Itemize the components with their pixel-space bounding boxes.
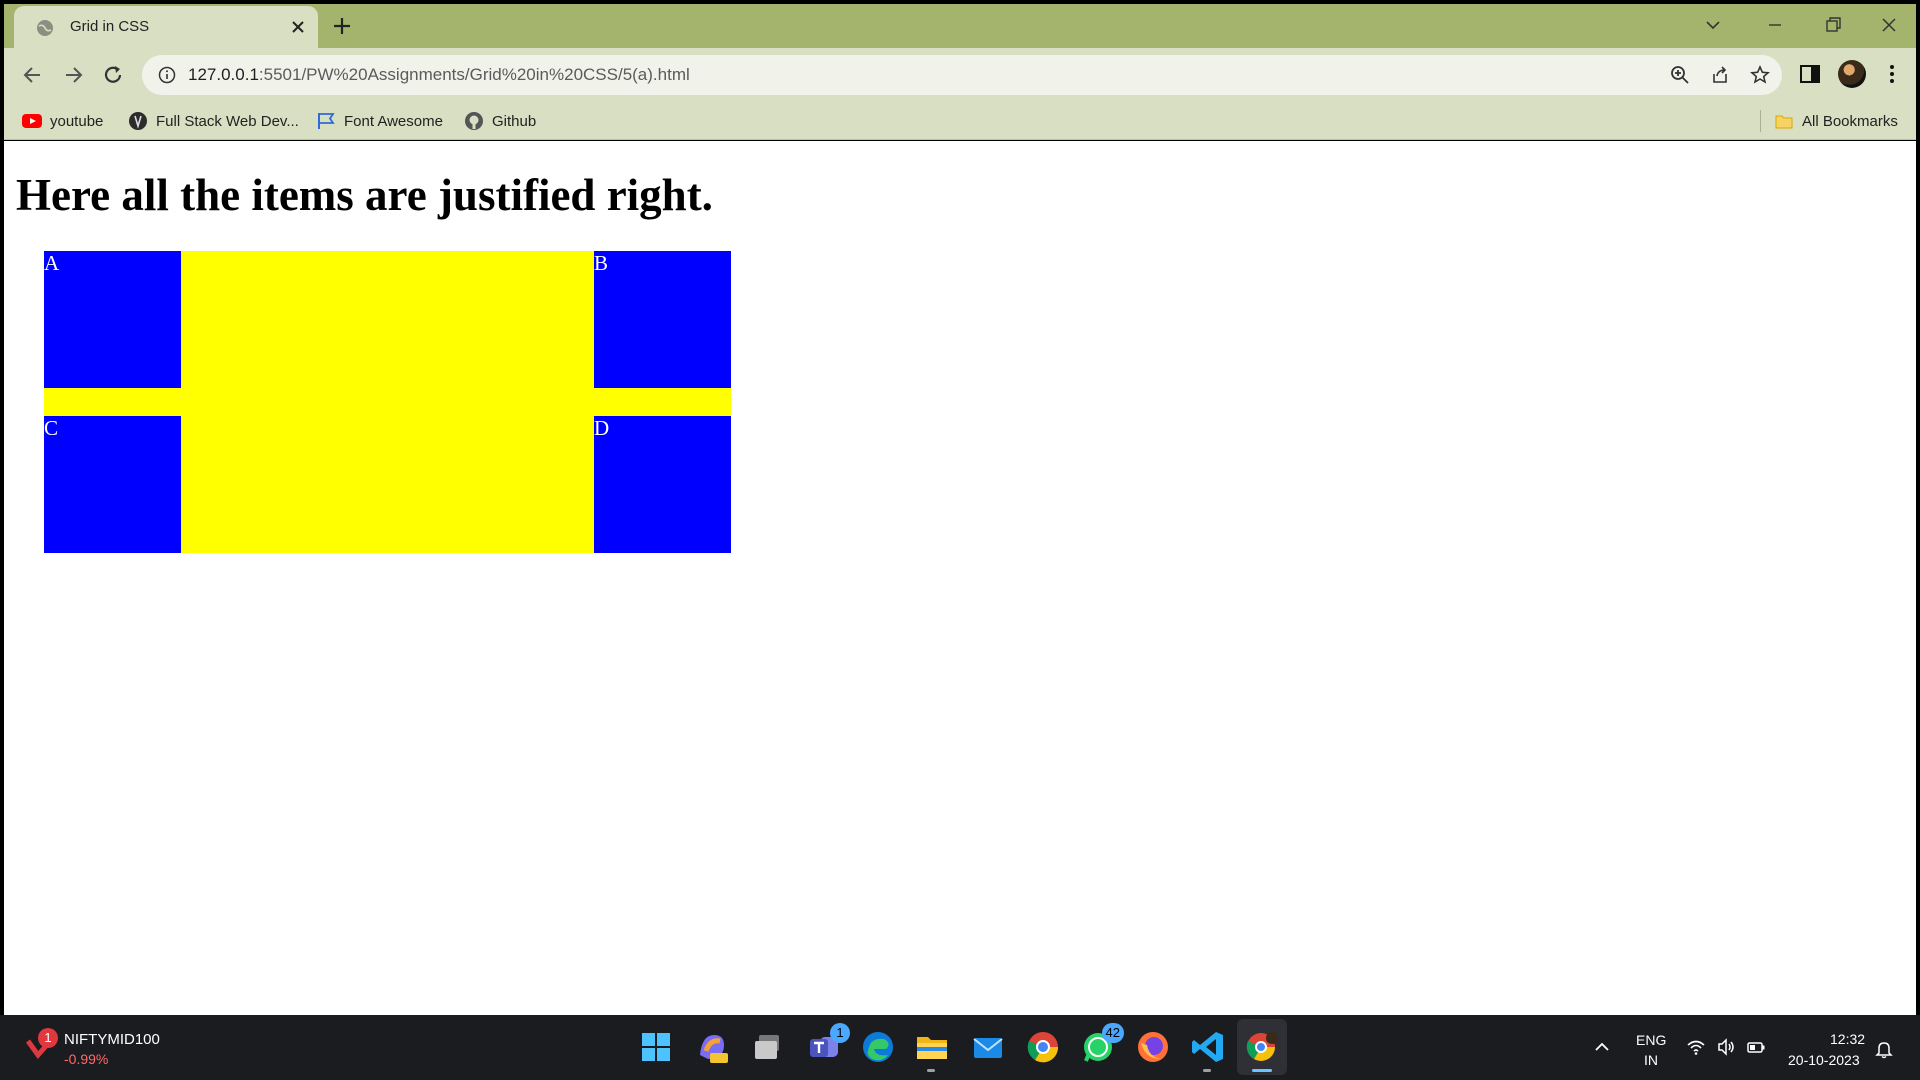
tab-strip: Grid in CSS <box>4 4 1916 48</box>
running-indicator <box>927 1069 935 1072</box>
all-bookmarks[interactable]: All Bookmarks <box>1774 110 1898 132</box>
url-path: :5501/PW%20Assignments/Grid%20in%20CSS/5… <box>258 65 690 84</box>
ticker-name: NIFTYMID100 <box>64 1031 160 1048</box>
bookmark-youtube[interactable]: youtube <box>22 110 103 132</box>
youtube-icon <box>22 114 42 128</box>
bookmarks-divider <box>1760 110 1761 132</box>
grid-item-d: D <box>594 416 731 553</box>
vscode-icon[interactable] <box>1190 1029 1226 1065</box>
ticker-badge: 1 <box>38 1028 58 1048</box>
site-info-icon[interactable] <box>158 66 176 84</box>
bookmark-label: Full Stack Web Dev... <box>156 112 299 130</box>
forward-icon[interactable] <box>60 62 86 88</box>
new-tab-icon[interactable] <box>332 16 352 36</box>
whatsapp-badge: 42 <box>1101 1023 1124 1043</box>
active-indicator <box>1252 1069 1272 1072</box>
bookmark-github[interactable]: Github <box>464 110 536 132</box>
volume-icon[interactable] <box>1716 1037 1736 1057</box>
battery-icon[interactable] <box>1746 1037 1766 1057</box>
close-tab-icon[interactable] <box>290 19 306 35</box>
more-menu-icon[interactable] <box>1880 62 1904 86</box>
task-view-icon[interactable] <box>750 1029 786 1065</box>
mail-icon[interactable] <box>970 1029 1006 1065</box>
running-indicator <box>1203 1069 1211 1072</box>
github-icon <box>465 112 483 130</box>
teams-badge: 1 <box>830 1023 850 1043</box>
page-viewport: Here all the items are justified right. … <box>4 141 1916 1015</box>
region-code: IN <box>1644 1052 1658 1068</box>
copilot-pre-icon[interactable] <box>694 1029 730 1065</box>
show-hidden-icons-icon[interactable] <box>1592 1037 1612 1057</box>
clock-date: 20-10-2023 <box>1788 1052 1860 1068</box>
share-icon[interactable] <box>1710 65 1730 85</box>
all-bookmarks-label: All Bookmarks <box>1802 112 1898 130</box>
ticker-change: -0.99% <box>64 1051 109 1067</box>
bookmarks-bar: youtube Full Stack Web Dev... Font Aweso… <box>4 102 1916 140</box>
zoom-icon[interactable] <box>1670 65 1690 85</box>
minimize-icon[interactable] <box>1764 14 1786 36</box>
page-heading: Here all the items are justified right. <box>16 170 713 220</box>
url-host: 127.0.0.1 <box>188 65 259 84</box>
side-panel-icon[interactable] <box>1798 62 1822 86</box>
clock-time: 12:32 <box>1830 1031 1866 1047</box>
folder-icon <box>1775 115 1793 129</box>
globe-icon <box>37 20 53 36</box>
firefox-icon[interactable] <box>1135 1029 1171 1065</box>
grid-item-b: B <box>594 251 731 388</box>
url-text[interactable]: 127.0.0.1:5501/PW%20Assignments/Grid%20i… <box>188 65 690 85</box>
bookmark-full-stack-web-dev[interactable]: Full Stack Web Dev... <box>128 110 299 132</box>
taskbar: 1 NIFTYMID100 -0.99% 1 42 ENG IN 12:32 2… <box>0 1015 1920 1080</box>
profile-avatar[interactable] <box>1838 60 1866 88</box>
site-favicon-icon <box>129 112 147 130</box>
teams-icon[interactable]: 1 <box>806 1023 850 1065</box>
whatsapp-icon[interactable]: 42 <box>1080 1023 1124 1065</box>
file-explorer-icon[interactable] <box>914 1029 950 1065</box>
bookmark-font-awesome[interactable]: Font Awesome <box>316 110 443 132</box>
grid-container: A B C D <box>44 251 731 553</box>
chrome-profile-icon[interactable] <box>1244 1029 1280 1065</box>
screen: Grid in CSS 127.0.0.1:5501/PW%20Assignme… <box>0 0 1920 1080</box>
language-code: ENG <box>1636 1032 1667 1048</box>
tab-grid-in-css[interactable]: Grid in CSS <box>14 6 318 48</box>
start-icon[interactable] <box>638 1029 674 1065</box>
reload-icon[interactable] <box>100 62 126 88</box>
tab-title: Grid in CSS <box>70 18 150 35</box>
browser-toolbar: 127.0.0.1:5501/PW%20Assignments/Grid%20i… <box>4 48 1916 102</box>
close-window-icon[interactable] <box>1878 14 1900 36</box>
bookmark-label: Github <box>492 112 537 130</box>
grid-item-a: A <box>44 251 181 388</box>
bookmark-label: Font Awesome <box>344 112 443 130</box>
tab-search-icon[interactable] <box>1702 14 1724 36</box>
flag-icon <box>318 113 335 129</box>
wifi-icon[interactable] <box>1686 1037 1706 1057</box>
back-icon[interactable] <box>20 62 46 88</box>
chrome-icon[interactable] <box>1025 1029 1061 1065</box>
bookmark-star-icon[interactable] <box>1750 65 1770 85</box>
edge-icon[interactable] <box>860 1029 896 1065</box>
bookmark-label: youtube <box>50 112 104 130</box>
restore-icon[interactable] <box>1822 14 1844 36</box>
notification-bell-icon[interactable] <box>1874 1039 1894 1059</box>
grid-item-c: C <box>44 416 181 553</box>
address-bar[interactable]: 127.0.0.1:5501/PW%20Assignments/Grid%20i… <box>142 55 1782 95</box>
